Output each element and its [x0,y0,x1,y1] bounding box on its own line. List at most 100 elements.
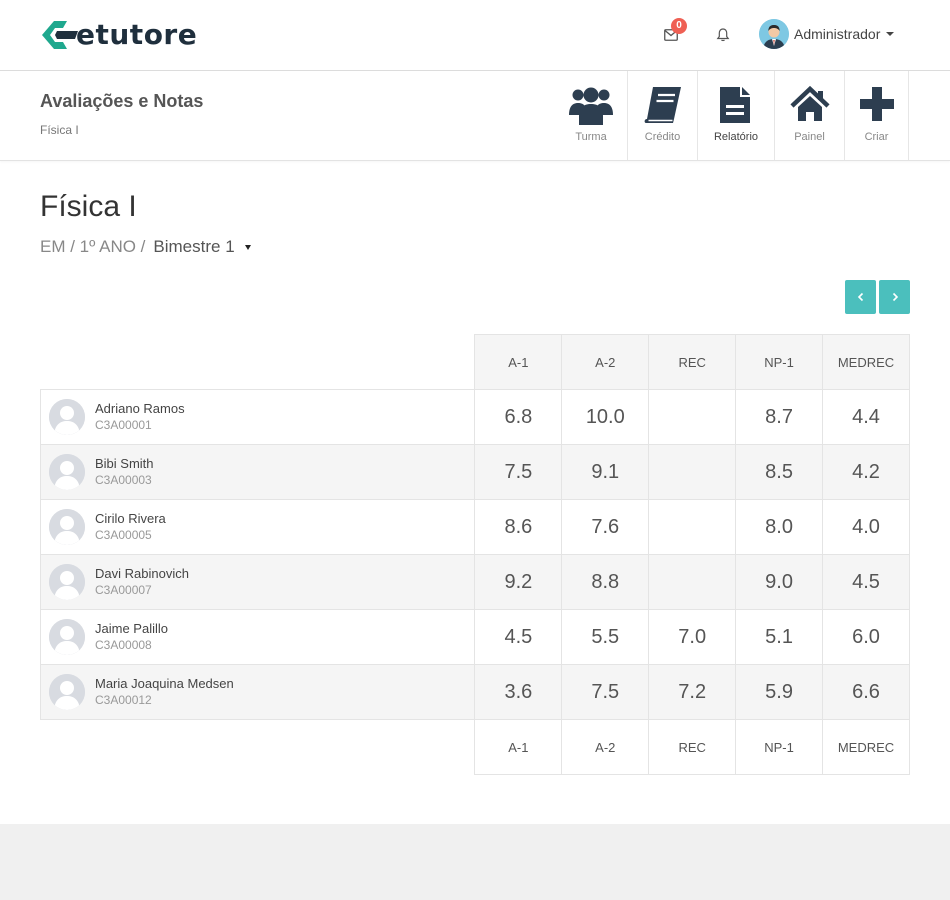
table-row[interactable]: Adriano Ramos C3A00001 6.8 10.0 8.7 4.4 [39,389,910,445]
grade-cell[interactable]: 6.0 [822,609,910,665]
grade-cell[interactable]: 7.6 [561,499,650,555]
toolbar-label: Criar [864,131,889,143]
bell-icon[interactable] [716,28,730,42]
footer-blank [40,719,475,775]
grade-cell[interactable]: 4.4 [822,389,910,445]
user-name: Administrador [794,26,881,42]
student-cell[interactable]: Maria Joaquina Medsen C3A00012 [39,664,476,720]
toolbar-relatorio[interactable]: Relatório [698,71,775,160]
grade-cell[interactable]: 8.5 [735,444,824,500]
grade-cell[interactable] [648,444,737,500]
toolbar: Turma Crédito Relatório Painel Criar [555,71,909,160]
student-name[interactable]: Davi Rabinovich [95,565,189,582]
toolbar-turma[interactable]: Turma [555,71,628,160]
student-id: C3A00001 [95,418,152,432]
column-header[interactable]: NP-1 [735,334,824,390]
table-row[interactable]: Maria Joaquina Medsen C3A00012 3.6 7.5 7.2 5.… [39,664,910,720]
grade-cell[interactable]: 6.8 [474,389,563,445]
student-avatar [49,509,85,545]
toolbar-criar[interactable]: Criar [845,71,909,160]
grades-table: A-1 A-2 REC NP-1 MEDREC Adriano Ramos C3A… [39,334,910,775]
column-footer: NP-1 [735,719,824,775]
document-icon [720,87,750,123]
column-header[interactable]: REC [648,334,737,390]
grade-cell[interactable] [648,389,737,445]
course-title: Física I [40,190,137,223]
table-row[interactable]: Bibi Smith C3A00003 7.5 9.1 8.5 4.2 [39,444,910,500]
toolbar-painel[interactable]: Painel [775,71,845,160]
table-footer-row: A-1 A-2 REC NP-1 MEDREC [40,719,910,775]
chevron-left-icon [857,292,863,302]
bimestre-dropdown[interactable]: Bimestre 1 [153,237,234,257]
grade-cell[interactable]: 9.2 [474,554,563,610]
grade-cell[interactable] [648,554,737,610]
grade-cell[interactable]: 7.5 [474,444,563,500]
table-row[interactable]: Jaime Palillo C3A00008 4.5 5.5 7.0 5.1 6.0 [39,609,910,665]
student-cell[interactable]: Cirilo Rivera C3A00005 [39,499,476,555]
mail-count-badge: 0 [671,18,687,34]
grade-cell[interactable]: 4.0 [822,499,910,555]
grade-cell[interactable]: 9.1 [561,444,650,500]
student-cell[interactable]: Davi Rabinovich C3A00007 [39,554,476,610]
student-name[interactable]: Maria Joaquina Medsen [95,675,234,692]
toolbar-credito[interactable]: Crédito [628,71,698,160]
page-title: Avaliações e Notas [40,91,204,111]
student-name[interactable]: Cirilo Rivera [95,510,166,527]
user-avatar [759,19,789,49]
caret-down-icon[interactable] [244,244,251,250]
grade-cell[interactable] [648,499,737,555]
student-id: C3A00007 [95,583,152,597]
table-row[interactable]: Davi Rabinovich C3A00007 9.2 8.8 9.0 4.5 [39,554,910,610]
column-header[interactable]: MEDREC [822,334,910,390]
toolbar-label: Painel [794,131,825,143]
student-cell[interactable]: Jaime Palillo C3A00008 [39,609,476,665]
student-id: C3A00005 [95,528,152,542]
grade-cell[interactable]: 7.0 [648,609,737,665]
next-page-button[interactable] [879,280,910,314]
etutore-logo[interactable]: etutore [40,18,197,52]
grade-cell[interactable]: 4.2 [822,444,910,500]
column-footer: A-1 [474,719,563,775]
grade-cell[interactable]: 8.8 [561,554,650,610]
student-avatar [49,454,85,490]
grade-cell[interactable]: 7.5 [561,664,650,720]
student-id: C3A00008 [95,638,152,652]
grade-cell[interactable]: 9.0 [735,554,824,610]
header-blank [40,334,475,390]
chevron-right-icon [892,292,898,302]
column-footer: MEDREC [822,719,910,775]
previous-page-button[interactable] [845,280,876,314]
grade-cell[interactable]: 4.5 [474,609,563,665]
column-header[interactable]: A-2 [561,334,650,390]
grade-cell[interactable]: 8.6 [474,499,563,555]
toolbar-label: Crédito [644,131,681,143]
breadcrumb[interactable]: Física I [40,123,79,137]
student-avatar [49,674,85,710]
grade-cell[interactable]: 5.9 [735,664,824,720]
student-name[interactable]: Adriano Ramos [95,400,185,417]
home-icon [789,85,830,121]
logo-text: etutore [76,18,198,51]
grade-cell[interactable]: 5.1 [735,609,824,665]
grade-cell[interactable]: 8.0 [735,499,824,555]
toolbar-label: Relatório [713,131,759,143]
user-menu[interactable]: Administrador [759,19,895,49]
student-cell[interactable]: Adriano Ramos C3A00001 [39,389,476,445]
grade-cell[interactable]: 7.2 [648,664,737,720]
student-id: C3A00003 [95,473,152,487]
student-name[interactable]: Bibi Smith [95,455,154,472]
student-name[interactable]: Jaime Palillo [95,620,168,637]
grade-cell[interactable]: 3.6 [474,664,563,720]
grade-cell[interactable]: 5.5 [561,609,650,665]
toolbar-label: Turma [575,131,607,143]
grade-cell[interactable]: 4.5 [822,554,910,610]
table-row[interactable]: Cirilo Rivera C3A00005 8.6 7.6 8.0 4.0 [39,499,910,555]
plus-icon [859,87,894,121]
grade-cell[interactable]: 8.7 [735,389,824,445]
column-footer: REC [648,719,737,775]
grade-cell[interactable]: 6.6 [822,664,910,720]
grade-cell[interactable]: 10.0 [561,389,650,445]
column-header[interactable]: A-1 [474,334,563,390]
student-cell[interactable]: Bibi Smith C3A00003 [39,444,476,500]
student-avatar [49,564,85,600]
